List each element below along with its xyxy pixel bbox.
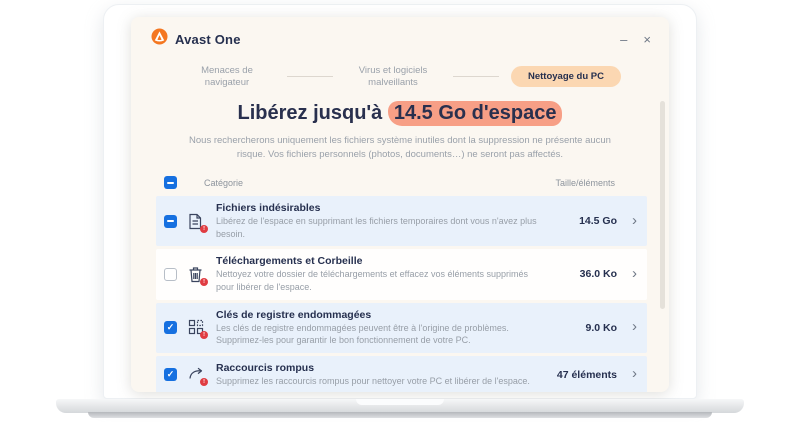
row-description: Supprimez les raccourcis rompus pour net…	[216, 375, 538, 388]
chevron-right-icon[interactable]: ›	[628, 366, 639, 383]
junk-files-icon: !	[188, 213, 205, 230]
row-size-value: 47 éléments	[549, 369, 617, 381]
avast-logo-icon	[151, 28, 168, 50]
table-row-downloads-trash[interactable]: ! Téléchargements et Corbeille Nettoyez …	[156, 249, 647, 299]
scrollbar-thumb[interactable]	[660, 101, 665, 309]
titlebar: Avast One – ×	[131, 17, 669, 50]
row-size-value: 14.5 Go	[549, 215, 617, 227]
page-title-highlight: 14.5 Go d'espace	[388, 101, 563, 126]
chevron-right-icon[interactable]: ›	[628, 213, 639, 230]
page-subtitle: Nous rechercherons uniquement les fichie…	[177, 134, 623, 163]
alert-badge: !	[200, 225, 208, 233]
cleanup-table: Catégorie Taille/éléments !	[156, 176, 647, 392]
row-title: Fichiers indésirables	[216, 202, 538, 214]
size-column-header: Taille/éléments	[555, 178, 615, 188]
page-title: Libérez jusqu'à 14.5 Go d'espace	[131, 102, 669, 125]
page-title-prefix: Libérez jusqu'à	[238, 102, 388, 124]
alert-badge: !	[200, 331, 208, 339]
brand: Avast One	[151, 28, 241, 50]
step-pc-cleanup-active: Nettoyage du PC	[511, 66, 621, 87]
step-viruses-malware: Virus et logiciels malveillants	[345, 65, 441, 89]
row-description: Libérez de l'espace en supprimant les fi…	[216, 215, 538, 240]
minimize-icon[interactable]: –	[620, 33, 627, 46]
laptop-base-edge	[88, 412, 712, 418]
close-icon[interactable]: ×	[643, 33, 651, 46]
laptop-base-notch	[356, 399, 444, 405]
step-browser-threats: Menaces de navigateur	[179, 65, 275, 89]
select-all-checkbox[interactable]	[164, 176, 177, 189]
chevron-right-icon[interactable]: ›	[628, 266, 639, 283]
page: Avast One – × Menaces de navigateur Viru…	[0, 0, 800, 422]
row-description: Les clés de registre endommagées peuvent…	[216, 322, 538, 347]
step-connector	[453, 76, 499, 77]
alert-badge: !	[200, 278, 208, 286]
app-title: Avast One	[175, 32, 241, 47]
row-description: Nettoyez votre dossier de téléchargement…	[216, 268, 538, 293]
row-size-value: 36.0 Ko	[549, 268, 617, 280]
table-row-broken-shortcuts[interactable]: ! Raccourcis rompus Supprimez les raccou…	[156, 356, 647, 392]
laptop-screen: Avast One – × Menaces de navigateur Viru…	[103, 4, 697, 399]
table-header: Catégorie Taille/éléments	[156, 176, 647, 196]
row-title: Clés de registre endommagées	[216, 309, 538, 321]
row-checkbox[interactable]	[164, 215, 177, 228]
row-text: Raccourcis rompus Supprimez les raccourc…	[216, 362, 538, 388]
laptop-base	[56, 399, 744, 413]
row-checkbox[interactable]	[164, 368, 177, 381]
row-size-value: 9.0 Ko	[549, 322, 617, 334]
window-controls: – ×	[620, 33, 651, 46]
alert-badge: !	[200, 378, 208, 386]
row-title: Raccourcis rompus	[216, 362, 538, 374]
row-checkbox[interactable]	[164, 268, 177, 281]
row-checkbox[interactable]	[164, 321, 177, 334]
row-text: Clés de registre endommagées Les clés de…	[216, 309, 538, 347]
row-title: Téléchargements et Corbeille	[216, 255, 538, 267]
row-text: Téléchargements et Corbeille Nettoyez vo…	[216, 255, 538, 293]
trash-icon: !	[188, 266, 205, 283]
progress-stepper: Menaces de navigateur Virus et logiciels…	[131, 65, 669, 89]
row-text: Fichiers indésirables Libérez de l'espac…	[216, 202, 538, 240]
category-column-header: Catégorie	[204, 178, 243, 188]
table-row-registry-keys[interactable]: ! Clés de registre endommagées Les clés …	[156, 303, 647, 353]
table-row-junk-files[interactable]: ! Fichiers indésirables Libérez de l'esp…	[156, 196, 647, 246]
chevron-right-icon[interactable]: ›	[628, 319, 639, 336]
step-connector	[287, 76, 333, 77]
registry-icon: !	[188, 319, 205, 336]
broken-shortcut-icon: !	[188, 366, 205, 383]
avast-one-window: Avast One – × Menaces de navigateur Viru…	[131, 17, 669, 392]
